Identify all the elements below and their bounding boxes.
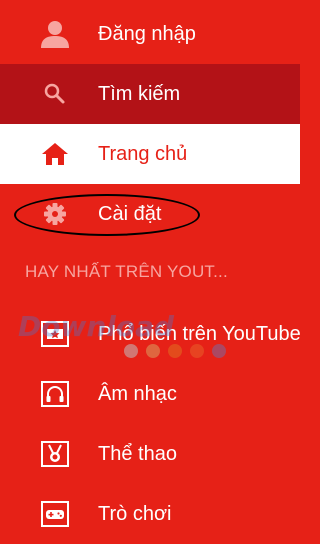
gamepad-icon xyxy=(40,500,70,528)
menu-item-label: Trang chủ xyxy=(98,143,188,165)
menu-item-label: Đăng nhập xyxy=(98,23,196,45)
section-header: HAY NHẤT TRÊN YOUT... xyxy=(25,262,228,281)
channel-item-label: Phổ biến trên YouTube xyxy=(98,323,301,345)
channel-item-games[interactable]: Trò chơi xyxy=(0,484,300,544)
menu-item-label: Cài đặt xyxy=(98,203,162,225)
medal-icon xyxy=(40,440,70,468)
gear-icon xyxy=(40,200,70,228)
channel-item-music[interactable]: Âm nhạc xyxy=(0,364,300,424)
search-icon xyxy=(40,80,70,108)
channel-item-label: Âm nhạc xyxy=(98,383,177,405)
menu-item-settings[interactable]: Cài đặt xyxy=(0,184,300,244)
channel-item-popular[interactable]: Phổ biến trên YouTube xyxy=(0,304,301,364)
person-icon xyxy=(40,20,70,48)
side-menu: Đăng nhập Tìm kiếm Trang chủ Cài đặt HAY… xyxy=(0,0,301,533)
menu-item-home[interactable]: Trang chủ xyxy=(0,124,300,184)
channel-item-label: Trò chơi xyxy=(98,503,172,525)
menu-item-search[interactable]: Tìm kiếm xyxy=(0,64,300,124)
channel-item-label: Thể thao xyxy=(98,443,177,465)
home-icon xyxy=(40,140,70,168)
menu-item-label: Tìm kiếm xyxy=(98,83,181,105)
headphones-icon xyxy=(40,380,70,408)
channel-item-sports[interactable]: Thể thao xyxy=(0,424,300,484)
menu-item-login[interactable]: Đăng nhập xyxy=(0,4,300,64)
popular-icon xyxy=(40,320,70,348)
